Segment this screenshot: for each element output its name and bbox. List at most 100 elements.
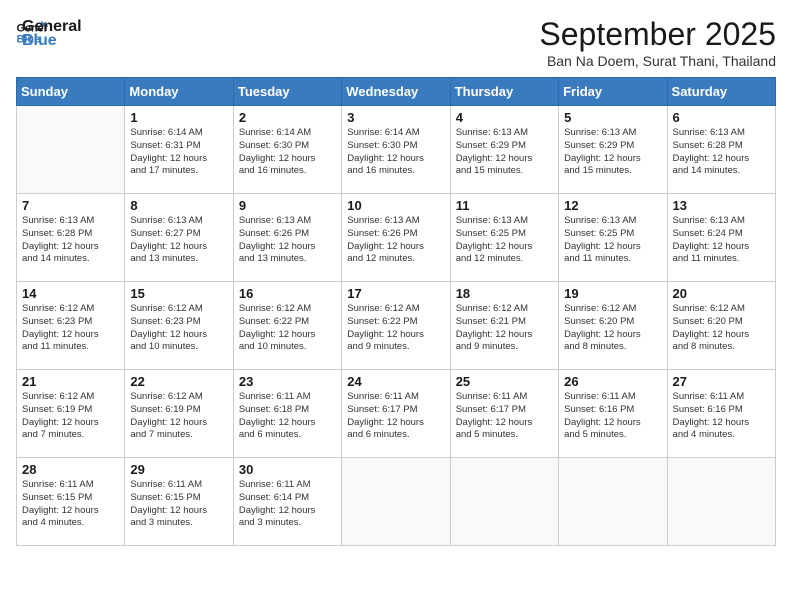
day-info: Sunrise: 6:13 AM Sunset: 6:24 PM Dayligh…	[673, 215, 770, 266]
calendar-table: SundayMondayTuesdayWednesdayThursdayFrid…	[16, 77, 776, 546]
day-info: Sunrise: 6:14 AM Sunset: 6:31 PM Dayligh…	[130, 127, 227, 178]
day-number: 6	[673, 110, 770, 125]
calendar-cell: 1 Sunrise: 6:14 AM Sunset: 6:31 PM Daylig…	[125, 106, 233, 194]
day-number: 13	[673, 198, 770, 213]
day-info: Sunrise: 6:12 AM Sunset: 6:22 PM Dayligh…	[239, 303, 336, 354]
day-header-wednesday: Wednesday	[342, 78, 450, 106]
day-number: 19	[564, 286, 661, 301]
day-info: Sunrise: 6:13 AM Sunset: 6:25 PM Dayligh…	[564, 215, 661, 266]
calendar-cell: 21 Sunrise: 6:12 AM Sunset: 6:19 PM Dayli…	[17, 370, 125, 458]
day-info: Sunrise: 6:11 AM Sunset: 6:17 PM Dayligh…	[347, 391, 444, 442]
day-info: Sunrise: 6:12 AM Sunset: 6:23 PM Dayligh…	[22, 303, 119, 354]
day-info: Sunrise: 6:12 AM Sunset: 6:19 PM Dayligh…	[22, 391, 119, 442]
day-info: Sunrise: 6:13 AM Sunset: 6:26 PM Dayligh…	[347, 215, 444, 266]
calendar-cell: 30 Sunrise: 6:11 AM Sunset: 6:14 PM Dayli…	[233, 458, 341, 546]
calendar-cell	[342, 458, 450, 546]
calendar-cell: 6 Sunrise: 6:13 AM Sunset: 6:28 PM Daylig…	[667, 106, 775, 194]
day-info: Sunrise: 6:11 AM Sunset: 6:16 PM Dayligh…	[673, 391, 770, 442]
calendar-cell	[667, 458, 775, 546]
day-info: Sunrise: 6:11 AM Sunset: 6:15 PM Dayligh…	[22, 479, 119, 530]
calendar-header-row: SundayMondayTuesdayWednesdayThursdayFrid…	[17, 78, 776, 106]
day-info: Sunrise: 6:13 AM Sunset: 6:28 PM Dayligh…	[673, 127, 770, 178]
day-info: Sunrise: 6:13 AM Sunset: 6:28 PM Dayligh…	[22, 215, 119, 266]
calendar-cell	[17, 106, 125, 194]
calendar-cell: 14 Sunrise: 6:12 AM Sunset: 6:23 PM Dayli…	[17, 282, 125, 370]
day-info: Sunrise: 6:13 AM Sunset: 6:26 PM Dayligh…	[239, 215, 336, 266]
day-header-saturday: Saturday	[667, 78, 775, 106]
day-number: 21	[22, 374, 119, 389]
calendar-cell: 3 Sunrise: 6:14 AM Sunset: 6:30 PM Daylig…	[342, 106, 450, 194]
day-info: Sunrise: 6:12 AM Sunset: 6:22 PM Dayligh…	[347, 303, 444, 354]
calendar-cell: 25 Sunrise: 6:11 AM Sunset: 6:17 PM Dayli…	[450, 370, 558, 458]
day-number: 9	[239, 198, 336, 213]
day-number: 18	[456, 286, 553, 301]
calendar-cell: 5 Sunrise: 6:13 AM Sunset: 6:29 PM Daylig…	[559, 106, 667, 194]
day-number: 24	[347, 374, 444, 389]
title-block: September 2025 Ban Na Doem, Surat Thani,…	[539, 16, 776, 69]
calendar-cell: 16 Sunrise: 6:12 AM Sunset: 6:22 PM Dayli…	[233, 282, 341, 370]
day-number: 5	[564, 110, 661, 125]
day-info: Sunrise: 6:14 AM Sunset: 6:30 PM Dayligh…	[239, 127, 336, 178]
day-number: 30	[239, 462, 336, 477]
day-info: Sunrise: 6:12 AM Sunset: 6:20 PM Dayligh…	[564, 303, 661, 354]
day-header-monday: Monday	[125, 78, 233, 106]
calendar-cell: 2 Sunrise: 6:14 AM Sunset: 6:30 PM Daylig…	[233, 106, 341, 194]
day-info: Sunrise: 6:12 AM Sunset: 6:20 PM Dayligh…	[673, 303, 770, 354]
calendar-cell: 13 Sunrise: 6:13 AM Sunset: 6:24 PM Dayli…	[667, 194, 775, 282]
day-header-tuesday: Tuesday	[233, 78, 341, 106]
calendar-cell: 15Sunrise: 6:12 AM Sunset: 6:23 PM Dayli…	[125, 282, 233, 370]
week-row-2: 7Sunrise: 6:13 AM Sunset: 6:28 PM Daylig…	[17, 194, 776, 282]
week-row-5: 28Sunrise: 6:11 AM Sunset: 6:15 PM Dayli…	[17, 458, 776, 546]
logo-blue: Blue	[22, 32, 82, 50]
day-header-thursday: Thursday	[450, 78, 558, 106]
day-info: Sunrise: 6:11 AM Sunset: 6:17 PM Dayligh…	[456, 391, 553, 442]
day-number: 14	[22, 286, 119, 301]
day-info: Sunrise: 6:13 AM Sunset: 6:29 PM Dayligh…	[564, 127, 661, 178]
calendar-cell: 23 Sunrise: 6:11 AM Sunset: 6:18 PM Dayli…	[233, 370, 341, 458]
day-info: Sunrise: 6:14 AM Sunset: 6:30 PM Dayligh…	[347, 127, 444, 178]
calendar-cell: 24 Sunrise: 6:11 AM Sunset: 6:17 PM Dayli…	[342, 370, 450, 458]
location-subtitle: Ban Na Doem, Surat Thani, Thailand	[539, 53, 776, 69]
day-number: 3	[347, 110, 444, 125]
day-info: Sunrise: 6:11 AM Sunset: 6:16 PM Dayligh…	[564, 391, 661, 442]
day-number: 29	[130, 462, 227, 477]
day-number: 11	[456, 198, 553, 213]
day-header-sunday: Sunday	[17, 78, 125, 106]
day-number: 17	[347, 286, 444, 301]
day-info: Sunrise: 6:11 AM Sunset: 6:14 PM Dayligh…	[239, 479, 336, 530]
week-row-4: 21 Sunrise: 6:12 AM Sunset: 6:19 PM Dayli…	[17, 370, 776, 458]
calendar-cell: 7Sunrise: 6:13 AM Sunset: 6:28 PM Daylig…	[17, 194, 125, 282]
week-row-1: 1 Sunrise: 6:14 AM Sunset: 6:31 PM Daylig…	[17, 106, 776, 194]
day-number: 2	[239, 110, 336, 125]
day-number: 25	[456, 374, 553, 389]
calendar-cell: 20 Sunrise: 6:12 AM Sunset: 6:20 PM Dayli…	[667, 282, 775, 370]
day-number: 1	[130, 110, 227, 125]
day-number: 15	[130, 286, 227, 301]
day-number: 16	[239, 286, 336, 301]
day-info: Sunrise: 6:11 AM Sunset: 6:18 PM Dayligh…	[239, 391, 336, 442]
day-number: 4	[456, 110, 553, 125]
day-number: 23	[239, 374, 336, 389]
day-number: 12	[564, 198, 661, 213]
day-header-friday: Friday	[559, 78, 667, 106]
calendar-cell: 29Sunrise: 6:11 AM Sunset: 6:15 PM Dayli…	[125, 458, 233, 546]
day-number: 10	[347, 198, 444, 213]
day-number: 8	[130, 198, 227, 213]
month-title: September 2025	[539, 16, 776, 53]
day-number: 20	[673, 286, 770, 301]
calendar-cell	[450, 458, 558, 546]
day-number: 26	[564, 374, 661, 389]
calendar-cell: 4Sunrise: 6:13 AM Sunset: 6:29 PM Daylig…	[450, 106, 558, 194]
logo: General Blue General Blue	[16, 16, 82, 50]
day-info: Sunrise: 6:12 AM Sunset: 6:19 PM Dayligh…	[130, 391, 227, 442]
day-number: 22	[130, 374, 227, 389]
calendar-cell: 12 Sunrise: 6:13 AM Sunset: 6:25 PM Dayli…	[559, 194, 667, 282]
calendar-cell	[559, 458, 667, 546]
day-info: Sunrise: 6:12 AM Sunset: 6:21 PM Dayligh…	[456, 303, 553, 354]
calendar-cell: 28Sunrise: 6:11 AM Sunset: 6:15 PM Dayli…	[17, 458, 125, 546]
day-info: Sunrise: 6:13 AM Sunset: 6:27 PM Dayligh…	[130, 215, 227, 266]
calendar-cell: 19 Sunrise: 6:12 AM Sunset: 6:20 PM Dayli…	[559, 282, 667, 370]
calendar-cell: 26 Sunrise: 6:11 AM Sunset: 6:16 PM Dayli…	[559, 370, 667, 458]
calendar-cell: 17 Sunrise: 6:12 AM Sunset: 6:22 PM Dayli…	[342, 282, 450, 370]
page-header: General Blue General Blue September 2025…	[16, 16, 776, 69]
